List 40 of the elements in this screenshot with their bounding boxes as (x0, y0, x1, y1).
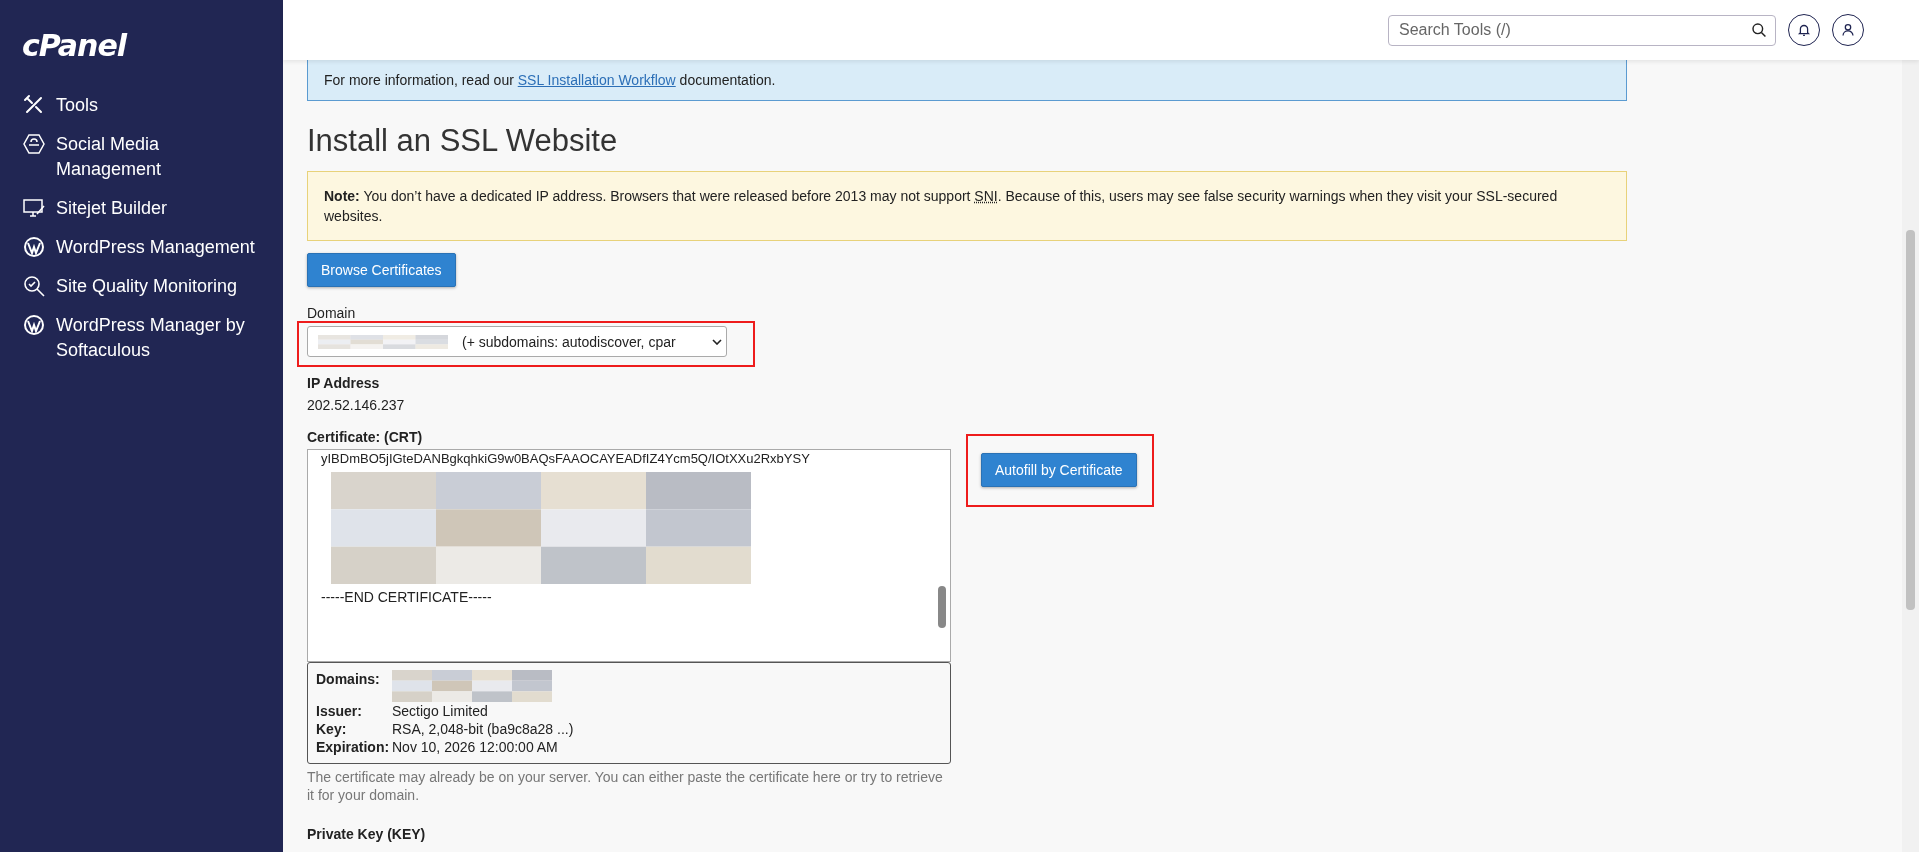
help-text: The certificate may already be on your server. You can either paste the certificate here or try to retrieve it for your domain. (307, 768, 944, 804)
field-label: IP Address (307, 375, 380, 391)
wordpress-icon (22, 235, 46, 259)
detail-label: Domains: (316, 670, 381, 688)
autofill-button[interactable]: Autofill by Certificate (981, 453, 1137, 487)
wordpress-icon (22, 313, 46, 337)
sidebar-item[interactable]: Site Quality Monitoring (22, 274, 261, 299)
sidebar-item[interactable]: WordPress Management (22, 235, 261, 260)
cpanel-logo[interactable]: cPanel (22, 28, 127, 63)
search-icon[interactable] (1751, 22, 1767, 38)
detail-value: Nov 10, 2026 12:00:00 AM (392, 738, 558, 756)
note-text: Note: You don’t have a dedicated IP address. Browsers that were released before 2013 may not support SNI. Because of this, users may see false security warnings when they visit your SSL-secured websites. (324, 188, 1558, 224)
detail-label: Key: (316, 720, 348, 738)
info-text: For more information, read our SSL Installation Workflow documentation. (324, 72, 776, 88)
detail-value: RSA, 2,048-bit (ba9c8a28 ...) (392, 720, 574, 738)
field-label: Certificate: (CRT) (307, 429, 423, 445)
sidebar-item[interactable]: Sitejet Builder (22, 196, 261, 221)
detail-label: Expiration: (316, 738, 391, 756)
page-title: Install an SSL Website (307, 123, 618, 159)
field-label: Domain (307, 305, 356, 321)
field-label: Private Key (KEY) (307, 826, 426, 842)
notifications-button[interactable] (1788, 14, 1820, 46)
caret-icon (712, 338, 722, 345)
monitor-icon (22, 196, 46, 220)
workflow-link[interactable]: SSL Installation Workflow (517, 72, 676, 88)
sidebar-item[interactable]: Tools (22, 93, 261, 118)
sidebar-item[interactable]: Social Media Management (22, 132, 261, 182)
detail-value: Sectigo Limited (392, 702, 488, 720)
ip-address: 202.52.146.237 (307, 397, 405, 413)
user-button[interactable] (1832, 14, 1864, 46)
domain-select[interactable]: (+ subdomains: autodiscover, cpar (307, 326, 727, 357)
detail-label: Issuer: (316, 702, 363, 720)
certificate-textarea[interactable]: yIBDmBO5jIGteDANBgkqhkiG9w0BAQsFAAOCAYEADfIZ4Ycm5Q/IOtXXu2RxbYSY -----END CERTIFICATE----- (307, 449, 951, 662)
hexagon-icon (22, 132, 46, 156)
scrollbar[interactable] (1902, 60, 1919, 852)
magnifier-icon (22, 274, 46, 298)
search-field[interactable]: Search Tools (/) (1388, 14, 1776, 46)
browse-certificates-button[interactable]: Browse Certificates (307, 253, 456, 287)
search-input[interactable]: Search Tools (/) (1397, 20, 1751, 40)
sidebar-item[interactable]: WordPress Manager by Softaculous (22, 313, 261, 363)
